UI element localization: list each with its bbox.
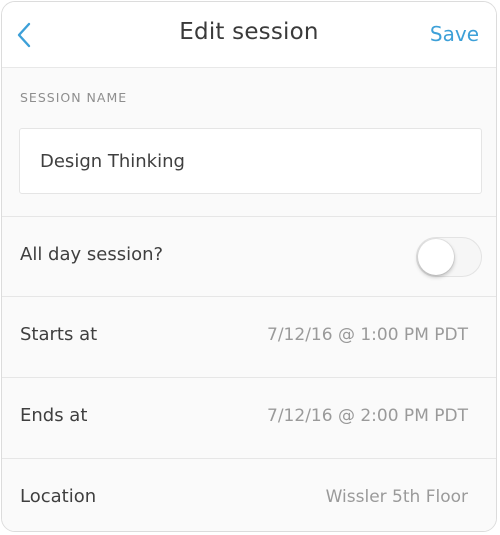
save-button[interactable]: Save	[430, 22, 479, 46]
page-title: Edit session	[179, 19, 319, 45]
all-day-label: All day session?	[20, 244, 164, 265]
ends-at-value[interactable]: 7/12/16 @ 2:00 PM PDT	[267, 406, 468, 426]
session-name-label: SESSION NAME	[20, 90, 128, 105]
location-value[interactable]: Wissler 5th Floor	[326, 487, 468, 507]
session-name-input[interactable]	[19, 128, 482, 194]
form-content: SESSION NAME All day session? Starts at …	[2, 68, 496, 531]
starts-at-value[interactable]: 7/12/16 @ 1:00 PM PDT	[267, 325, 468, 345]
location-label: Location	[20, 486, 97, 507]
ends-at-row[interactable]: Ends at 7/12/16 @ 2:00 PM PDT	[2, 377, 496, 457]
nav-header: Edit session Save	[2, 2, 496, 68]
all-day-row: All day session?	[2, 216, 496, 296]
all-day-toggle[interactable]	[416, 237, 482, 277]
ends-at-label: Ends at	[20, 405, 88, 426]
starts-at-row[interactable]: Starts at 7/12/16 @ 1:00 PM PDT	[2, 296, 496, 376]
location-row[interactable]: Location Wissler 5th Floor	[2, 458, 496, 531]
app-frame: Edit session Save SESSION NAME All day s…	[1, 1, 497, 532]
starts-at-label: Starts at	[20, 324, 98, 345]
toggle-knob	[418, 239, 454, 275]
